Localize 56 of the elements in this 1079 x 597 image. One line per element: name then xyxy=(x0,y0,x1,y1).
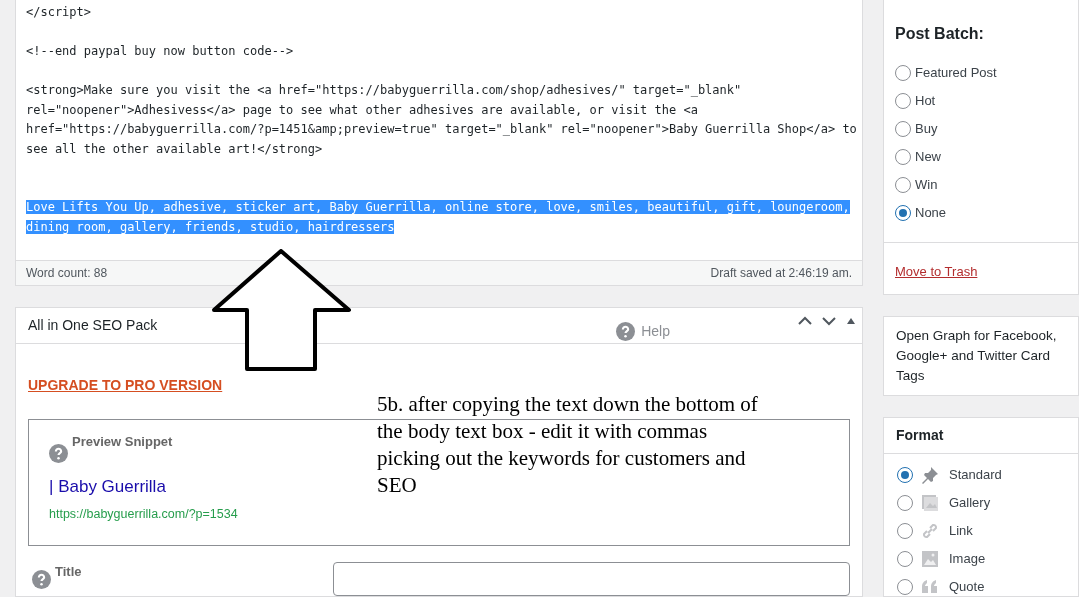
pin-icon xyxy=(921,466,939,484)
option-label: Win xyxy=(915,176,938,195)
option-label: New xyxy=(915,148,941,167)
radio-button[interactable] xyxy=(895,121,911,137)
preview-url: https://babyguerrilla.com/?p=1534 xyxy=(49,506,238,523)
draft-status: Draft saved at 2:46:19 am. xyxy=(710,265,852,282)
image-icon xyxy=(921,550,939,568)
option-label: Link xyxy=(949,522,973,541)
code-line: href="https://babyguerrilla.com/?p=1451&amp;preview=true" target="_blank" rel="noopener">Baby Guerrilla Shop</a> to xyxy=(26,122,857,136)
radio-button[interactable] xyxy=(895,65,911,81)
chevron-up-icon[interactable] xyxy=(798,316,812,326)
radio-button[interactable] xyxy=(897,467,913,483)
code-line: <!--end paypal buy now button code--> xyxy=(26,44,294,58)
help-link[interactable]: Help xyxy=(641,321,670,342)
selected-text: dining room, gallery, friends, studio, hairdressers xyxy=(26,219,395,234)
code-line: see all the other available art!</strong> xyxy=(26,141,323,156)
radio-button[interactable] xyxy=(897,495,913,511)
option-label: Buy xyxy=(915,120,938,139)
panel-title: All in One SEO Pack xyxy=(28,316,158,335)
gallery-icon xyxy=(921,494,939,512)
option-label: Featured Post xyxy=(915,64,997,83)
help-icon[interactable] xyxy=(49,444,68,463)
help-icon[interactable] xyxy=(616,322,636,341)
option-label: Standard xyxy=(949,466,1002,485)
chevron-down-icon[interactable] xyxy=(822,316,836,326)
panel-title: Post Batch: xyxy=(895,24,985,44)
panel-title: Format xyxy=(896,426,944,445)
code-line: <strong>Make sure you visit the <a href="https://babyguerrilla.com/shop/adhesives/" target="_blank" xyxy=(26,83,742,97)
annotation-text: 5b. after copying the text down the bottom of the body text box - edit it with commas picking out the keywords for customers and SEO xyxy=(377,391,759,499)
field-label: Title xyxy=(55,563,82,581)
option-label: None xyxy=(915,204,947,223)
radio-button[interactable] xyxy=(897,523,913,539)
option-label: Gallery xyxy=(949,494,991,513)
preview-title: | Baby Guerrilla xyxy=(49,478,166,495)
panel-title: Open Graph for Facebook, Google+ and Twitter Card Tags xyxy=(896,327,1058,385)
code-line: rel="noopener">Adhesivess</a> page to see what other adhesives are available, or visit the <a xyxy=(26,102,698,117)
title-field[interactable] xyxy=(333,562,850,596)
trash-link[interactable]: Move to Trash xyxy=(895,264,978,279)
radio-button[interactable] xyxy=(895,177,911,193)
radio-button[interactable] xyxy=(895,93,911,109)
triangle-up-icon[interactable] xyxy=(846,317,856,325)
radio-button[interactable] xyxy=(897,579,913,595)
help-icon[interactable] xyxy=(32,570,51,589)
selected-text: Love Lifts You Up, adhesive, sticker art, Baby Guerrilla, online store, love, smiles, beautiful, gift, loungeroom, xyxy=(26,200,850,214)
upgrade-link[interactable]: UPGRADE TO PRO VERSION xyxy=(28,377,223,393)
preview-label: Preview Snippet xyxy=(72,433,173,451)
word-count: Word count: 88 xyxy=(26,265,108,282)
quote-icon xyxy=(921,579,939,595)
option-label: Quote xyxy=(949,578,985,597)
radio-button[interactable] xyxy=(895,205,911,221)
code-line: </script> xyxy=(26,5,92,19)
option-label: Image xyxy=(949,550,986,569)
radio-button[interactable] xyxy=(897,551,913,567)
radio-button[interactable] xyxy=(895,149,911,165)
link-icon xyxy=(921,522,939,540)
option-label: Hot xyxy=(915,92,936,111)
